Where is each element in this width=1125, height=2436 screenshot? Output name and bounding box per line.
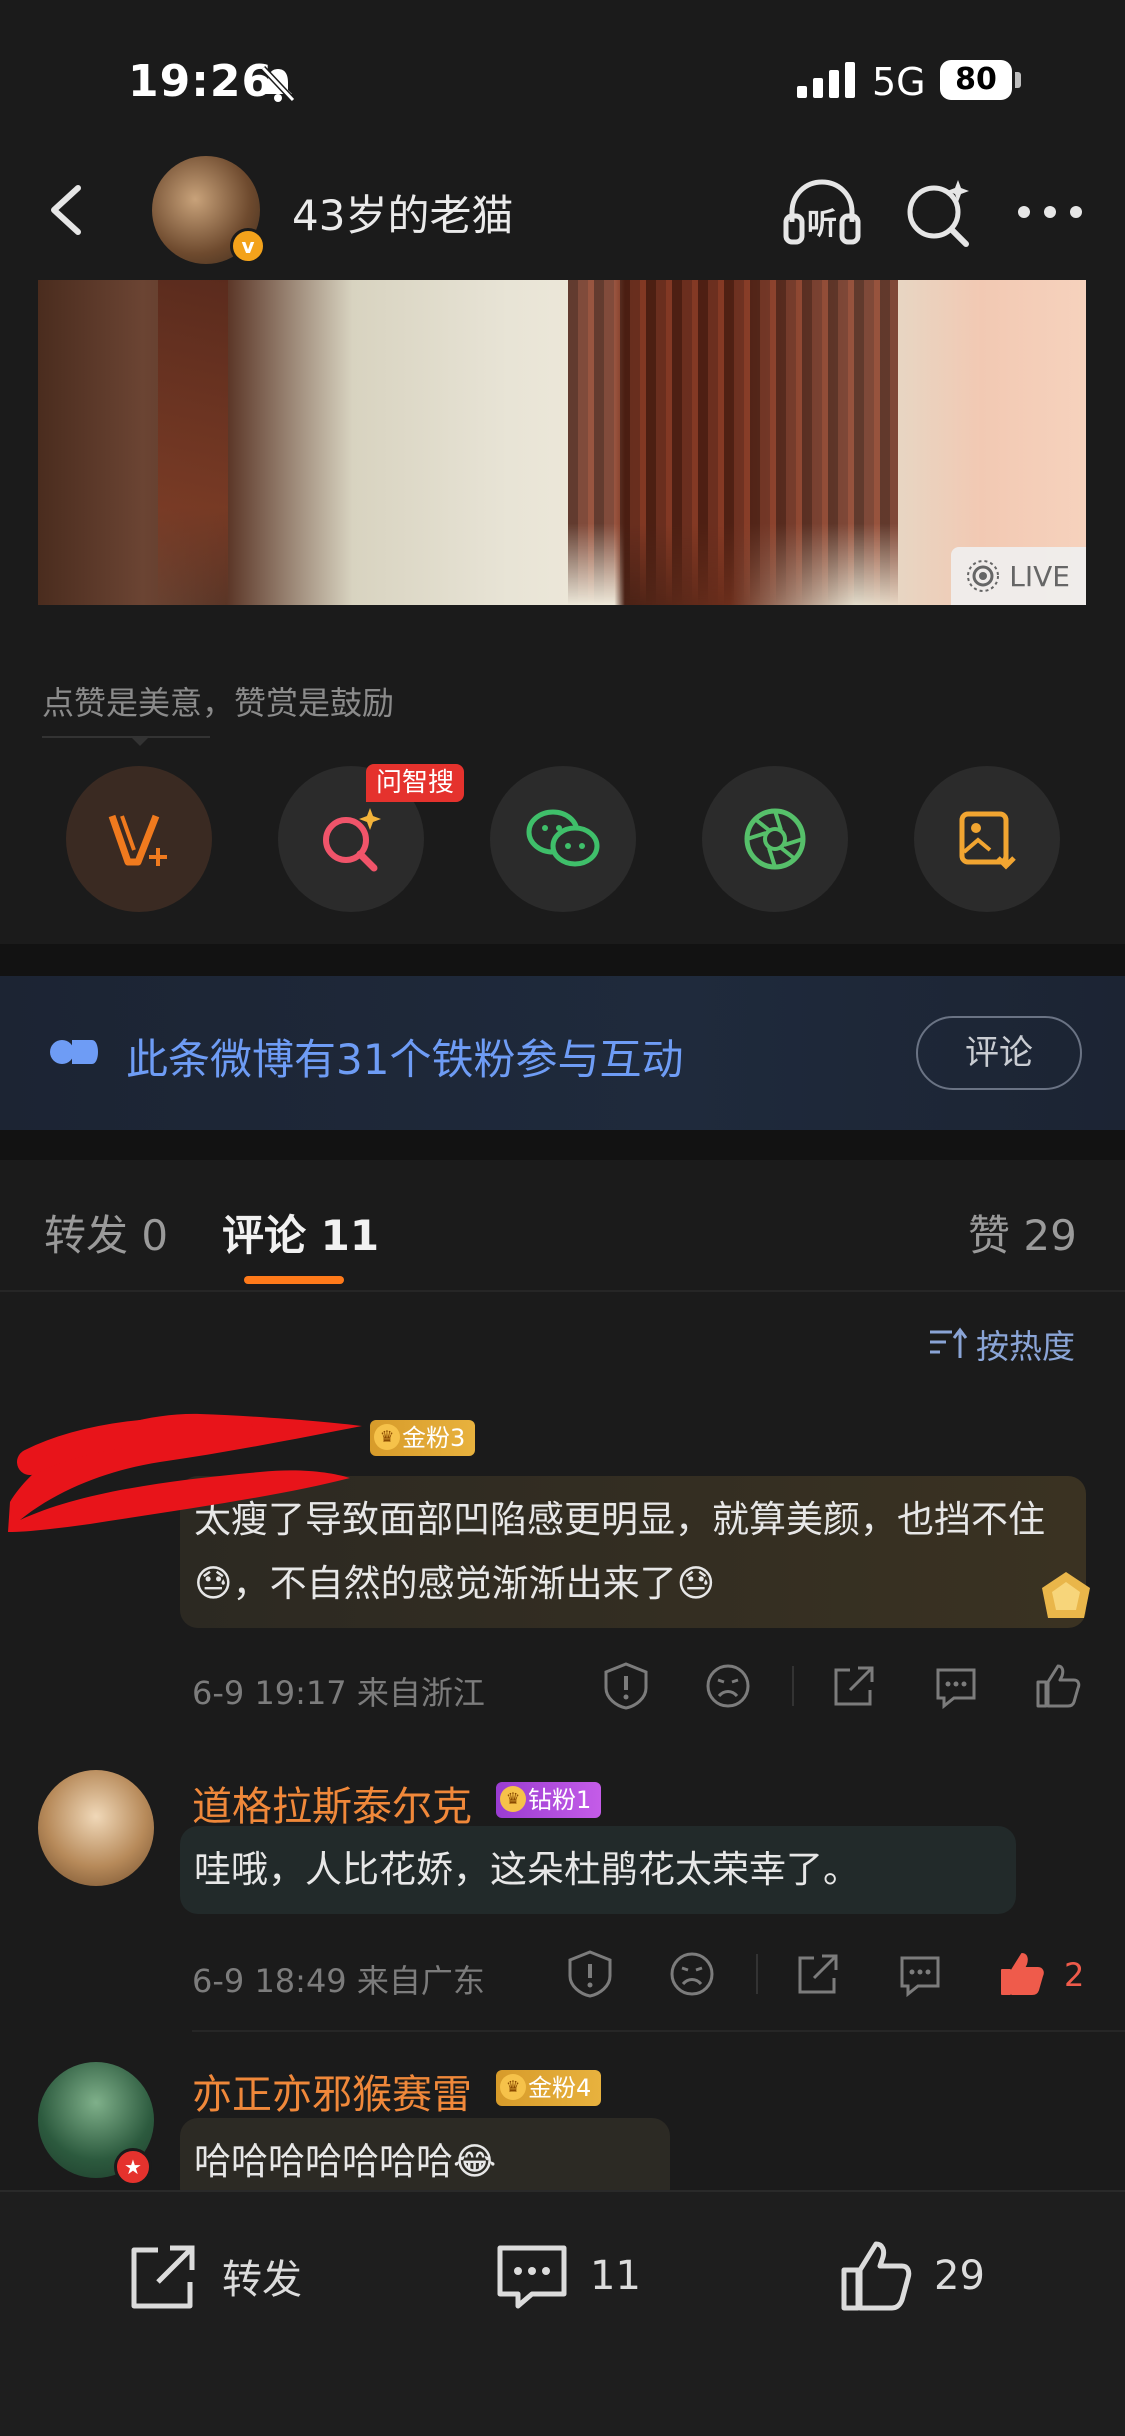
fan-level-badge: ♛ 钻粉1 (496, 1782, 602, 1818)
dislike-face-icon[interactable] (702, 1660, 754, 1712)
comment-text[interactable]: 哇哦，人比花娇，这朵杜鹃花太荣幸了。 (180, 1826, 1016, 1914)
interaction-tabs: 转发 0 评论 11 赞 29 (0, 1160, 1125, 1292)
repost-label: 转发 (222, 2257, 302, 2303)
wechat-share-button[interactable] (490, 766, 636, 912)
repost-icon (131, 2245, 195, 2309)
reward-v-plus-icon (108, 814, 167, 866)
nav-bar: v 43岁的老猫 听 (0, 150, 1125, 280)
fans-comment-button[interactable]: 评论 (916, 1016, 1082, 1090)
sort-icon (930, 1327, 968, 1358)
fans-interaction-text: 此条微博有31个铁粉参与互动 (126, 1035, 684, 1084)
more-options-icon[interactable] (1010, 172, 1090, 252)
liked-thumb-icon[interactable] (996, 1948, 1048, 2000)
comment-bubble-icon (497, 2245, 567, 2309)
battery-tip (1015, 72, 1021, 88)
live-label: LIVE (1009, 559, 1070, 593)
comment-text[interactable]: 哈哈哈哈哈哈哈😂 (180, 2118, 670, 2190)
comment-button[interactable]: 11 (492, 2236, 641, 2316)
reward-hint: 点赞是美意，赞赏是鼓励 (42, 684, 395, 722)
fan-level-badge: ♛ 金粉3 (370, 1420, 476, 1456)
report-icon[interactable] (564, 1948, 616, 2000)
image-download-icon (959, 811, 1016, 870)
avatar[interactable] (38, 1770, 154, 1886)
like-thumb-icon (841, 2241, 912, 2311)
like-thumb-icon[interactable] (1032, 1660, 1084, 1712)
repost-button[interactable]: 转发 (124, 2236, 302, 2316)
comment-item: ★ 亦正亦邪猴赛雷 ♛ 金粉4 哈哈哈哈哈哈哈😂 (0, 2062, 1125, 2190)
battery-icon: 80 (940, 60, 1012, 100)
post-photo[interactable]: LIVE (38, 280, 1086, 605)
comment-username[interactable]: 亦正亦邪猴赛雷 (192, 2062, 472, 2120)
share-row (66, 766, 1066, 912)
share-comment-icon[interactable] (828, 1660, 880, 1712)
like-button[interactable]: 29 (836, 2236, 985, 2316)
redaction-scribble (8, 1413, 362, 1532)
like-count: 2 (1064, 1956, 1085, 1994)
photo-detail (158, 280, 228, 605)
fans-banner[interactable]: 此条微博有31个铁粉参与互动 评论 (0, 976, 1125, 1130)
ai-search-tag: 问智搜 (366, 764, 465, 802)
back-arrow-icon[interactable] (28, 170, 108, 250)
reward-button[interactable] (66, 766, 212, 912)
divider (756, 1954, 758, 1994)
live-target-icon (967, 560, 1000, 592)
comment-username[interactable]: 道格拉斯泰尔克 (192, 1774, 472, 1832)
wechat-icon (526, 809, 600, 867)
report-icon[interactable] (600, 1660, 652, 1712)
ai-search-icon[interactable] (898, 172, 978, 252)
moments-aperture-icon (744, 808, 806, 870)
photo-detail (568, 280, 898, 605)
divider (192, 2030, 1125, 2032)
crown-icon: ♛ (374, 1424, 400, 1450)
crown-icon: ♛ (500, 1786, 526, 1812)
comment-meta: 6-9 18:49 来自广东 (192, 1962, 485, 2000)
star-badge-icon: ★ (114, 2148, 152, 2186)
bottom-action-bar: 转发 11 29 (0, 2190, 1125, 2436)
verified-v-icon: v (230, 228, 266, 264)
like-count: 29 (934, 2253, 985, 2299)
caret (130, 736, 150, 746)
gold-fan-decoration-icon (1042, 1572, 1090, 1618)
tab-repost[interactable]: 转发 0 (44, 1202, 168, 1263)
smart-search-icon (323, 808, 381, 872)
network-type: 5G (872, 60, 926, 104)
divider (792, 1666, 794, 1706)
tab-comments[interactable]: 评论 11 (222, 1202, 379, 1263)
silent-bell-icon (260, 65, 296, 103)
reply-icon[interactable] (894, 1948, 946, 2000)
sort-by-hot-button[interactable]: 按热度 (928, 1320, 1075, 1368)
moments-share-button[interactable] (702, 766, 848, 912)
author-avatar[interactable]: v (152, 156, 266, 264)
save-image-button[interactable] (914, 766, 1060, 912)
divider (42, 736, 210, 738)
clock: 19:26 (128, 56, 274, 107)
sort-label: 按热度 (976, 1327, 1075, 1366)
live-photo-badge: LIVE (951, 547, 1086, 605)
section-divider (0, 1130, 1125, 1160)
listen-headphone-icon[interactable]: 听 (780, 172, 864, 252)
tab-likes[interactable]: 赞 29 (968, 1202, 1077, 1263)
signal-icon (797, 62, 855, 98)
dislike-face-icon[interactable] (666, 1948, 718, 2000)
active-tab-indicator (244, 1276, 344, 1284)
svg-text:听: 听 (807, 207, 837, 242)
author-name[interactable]: 43岁的老猫 (292, 182, 513, 243)
fan-level-badge: ♛ 金粉4 (496, 2070, 602, 2106)
comment-count: 11 (590, 2253, 641, 2299)
reply-icon[interactable] (930, 1660, 982, 1712)
comment-item: 道格拉斯泰尔克 ♛ 钻粉1 哇哦，人比花娇，这朵杜鹃花太荣幸了。 6-9 18:… (0, 1770, 1125, 2020)
section-divider (0, 944, 1125, 976)
share-comment-icon[interactable] (792, 1948, 844, 2000)
comment-meta: 6-9 19:17 来自浙江 (192, 1674, 485, 1712)
status-bar: 19:26 5G 80 (0, 0, 1125, 150)
iron-fans-icon (50, 1040, 98, 1064)
crown-icon: ♛ (500, 2074, 526, 2100)
